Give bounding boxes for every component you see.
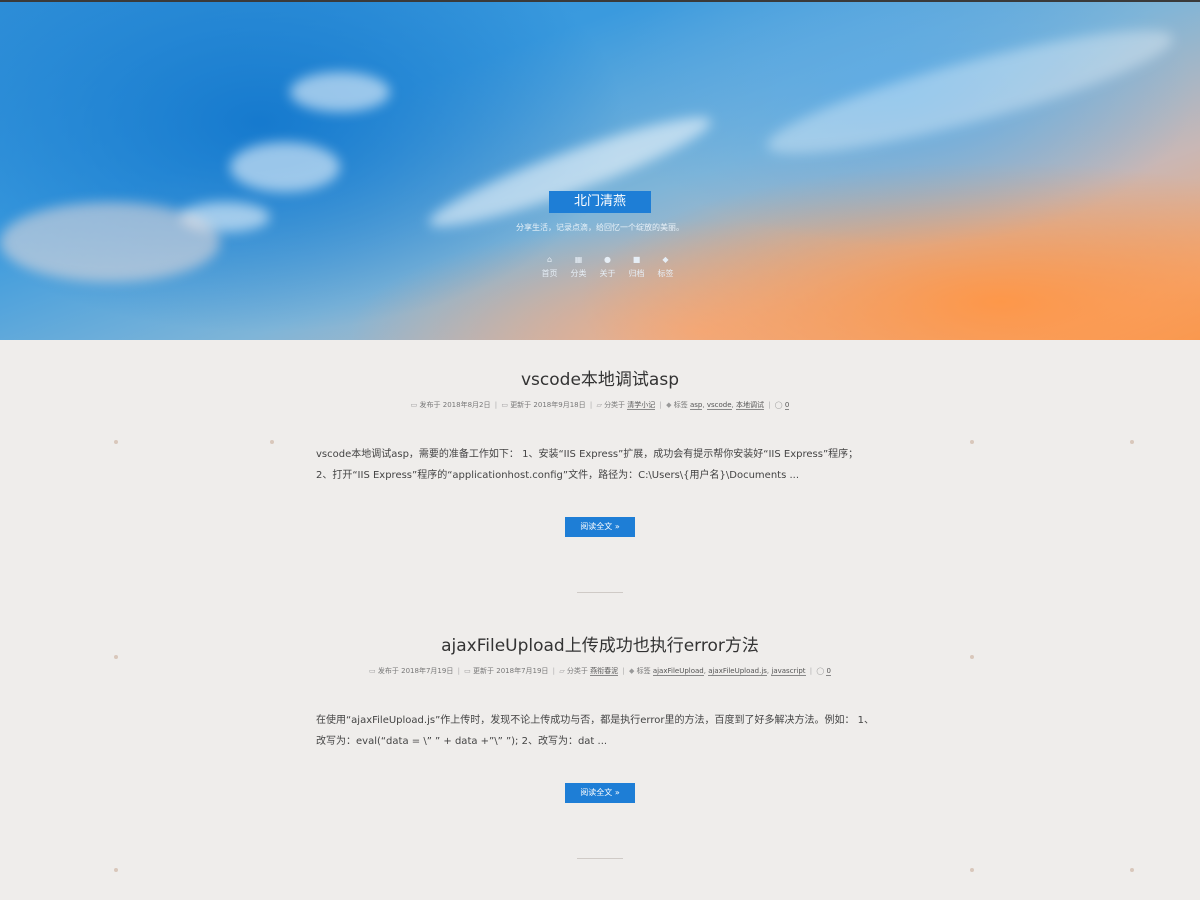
meta-published-label: 发布于 xyxy=(377,667,399,675)
meta-updated-date: 2018年9月18日 xyxy=(533,401,586,409)
cloud-decoration xyxy=(0,202,220,282)
background-dot xyxy=(970,440,974,444)
nav-item-categories[interactable]: ▦ 分类 xyxy=(564,254,593,279)
post-article: ajaxFileUpload上传成功也执行error方法 ▭ 发布于 2018年… xyxy=(0,631,1200,676)
background-dot xyxy=(970,868,974,872)
post-divider xyxy=(577,592,623,593)
post-title[interactable]: ajaxFileUpload上传成功也执行error方法 xyxy=(0,631,1200,656)
meta-tags-label: 标签 xyxy=(673,401,688,409)
nav-label: 关于 xyxy=(599,269,616,278)
folder-icon: ▱ xyxy=(596,401,602,409)
site-title[interactable]: 北门清燕 xyxy=(549,191,651,213)
meta-tag-link[interactable]: javascript xyxy=(771,667,806,676)
meta-published-label: 发布于 xyxy=(419,401,441,409)
excerpt-line: vscode本地调试asp，需要的准备工作如下： 1、安装“IIS Expres… xyxy=(316,449,859,460)
meta-separator: | xyxy=(552,667,556,675)
meta-tag-link[interactable]: 本地调试 xyxy=(735,401,764,410)
nav-label: 首页 xyxy=(541,269,558,278)
site-description: 分享生活，记录点滴，给回忆一个绽放的美丽。 xyxy=(516,223,684,232)
meta-separator: | xyxy=(659,401,662,409)
nav-label: 分类 xyxy=(570,269,587,278)
meta-separator: | xyxy=(494,401,498,409)
meta-updated-label: 更新于 xyxy=(473,667,495,675)
nav-item-archives[interactable]: ■ 归档 xyxy=(622,254,651,279)
main-nav: ⌂ 首页 ▦ 分类 ● 关于 ■ 归档 ◆ 标签 xyxy=(535,254,680,279)
cloud-decoration xyxy=(759,8,1181,176)
meta-comment-count[interactable]: 0 xyxy=(826,667,831,676)
archive-icon: ■ xyxy=(632,255,641,264)
comment-icon: ◯ xyxy=(816,667,825,675)
meta-separator: | xyxy=(589,401,593,409)
read-more-button[interactable]: 阅读全文 » xyxy=(565,783,635,803)
meta-tags-label: 标签 xyxy=(636,667,651,675)
meta-category-link[interactable]: 清学小记 xyxy=(627,401,656,410)
meta-comment-count[interactable]: 0 xyxy=(784,401,790,410)
nav-item-about[interactable]: ● 关于 xyxy=(593,254,622,279)
excerpt-line: 在使用“ajaxFileUpload.js”作上传时，发现不论上传成功与否，都是… xyxy=(316,715,875,726)
meta-tag-link[interactable]: ajaxFileUpload xyxy=(652,667,704,676)
post-article: vscode本地调试asp ▭ 发布于 2018年8月2日 | ▭ 更新于 20… xyxy=(0,365,1200,410)
nav-item-tags[interactable]: ◆ 标签 xyxy=(651,254,680,279)
grid-icon: ▦ xyxy=(574,255,583,264)
meta-separator: | xyxy=(457,667,460,675)
nav-label: 归档 xyxy=(628,269,645,278)
background-dot xyxy=(1130,440,1134,444)
excerpt-line: 2、打开“IIS Express”程序的“applicationhost.con… xyxy=(316,470,800,481)
read-more-button[interactable]: 阅读全文 » xyxy=(565,517,635,537)
cloud-decoration xyxy=(290,72,390,112)
folder-icon: ▱ xyxy=(559,667,565,675)
meta-category-label: 分类于 xyxy=(604,401,626,409)
meta-category-link[interactable]: 燕衔春泥 xyxy=(590,667,619,676)
meta-published-date: 2018年8月2日 xyxy=(442,401,491,409)
nav-label: 标签 xyxy=(657,269,674,278)
calendar-check-icon: ▭ xyxy=(464,667,471,675)
user-icon: ● xyxy=(604,255,611,264)
post-divider xyxy=(577,858,623,859)
tag-icon: ◆ xyxy=(628,667,635,675)
cloud-decoration xyxy=(230,142,340,192)
background-dot xyxy=(114,868,118,872)
post-meta: ▭ 发布于 2018年8月2日 | ▭ 更新于 2018年9月18日 | ▱ 分… xyxy=(410,401,790,410)
site-header: 北门清燕 分享生活，记录点滴，给回忆一个绽放的美丽。 ⌂ 首页 ▦ 分类 ● 关… xyxy=(0,2,1200,340)
calendar-icon: ▭ xyxy=(410,401,418,409)
post-meta: ▭ 发布于 2018年7月19日 | ▭ 更新于 2018年7月19日 | ▱ … xyxy=(369,667,831,676)
meta-tag-link[interactable]: ajaxFileUpload.js xyxy=(708,667,767,676)
meta-category-label: 分类于 xyxy=(566,667,588,675)
meta-updated-date: 2018年7月19日 xyxy=(496,667,549,675)
post-title[interactable]: vscode本地调试asp xyxy=(0,365,1200,390)
background-dot xyxy=(270,440,274,444)
nav-item-home[interactable]: ⌂ 首页 xyxy=(535,254,564,279)
meta-separator: | xyxy=(768,401,771,409)
meta-separator: | xyxy=(809,667,813,675)
excerpt-line: 改写为：eval(“data = \” ” + data +”\” ”); 2、… xyxy=(316,736,608,747)
comment-icon: ◯ xyxy=(774,401,783,409)
calendar-icon: ▭ xyxy=(369,667,376,675)
calendar-check-icon: ▭ xyxy=(501,401,508,409)
tags-icon: ◆ xyxy=(662,255,669,264)
meta-separator: | xyxy=(622,667,625,675)
tag-icon: ◆ xyxy=(666,401,672,409)
meta-published-date: 2018年7月19日 xyxy=(401,667,454,675)
post-excerpt: vscode本地调试asp，需要的准备工作如下： 1、安装“IIS Expres… xyxy=(316,444,884,486)
home-icon: ⌂ xyxy=(546,255,553,264)
meta-tag-link[interactable]: asp xyxy=(689,401,703,410)
post-excerpt: 在使用“ajaxFileUpload.js”作上传时，发现不论上传成功与否，都是… xyxy=(316,710,884,752)
background-dot xyxy=(114,440,118,444)
meta-tag-link[interactable]: vscode xyxy=(706,401,732,410)
background-dot xyxy=(1130,868,1134,872)
meta-updated-label: 更新于 xyxy=(510,401,532,409)
